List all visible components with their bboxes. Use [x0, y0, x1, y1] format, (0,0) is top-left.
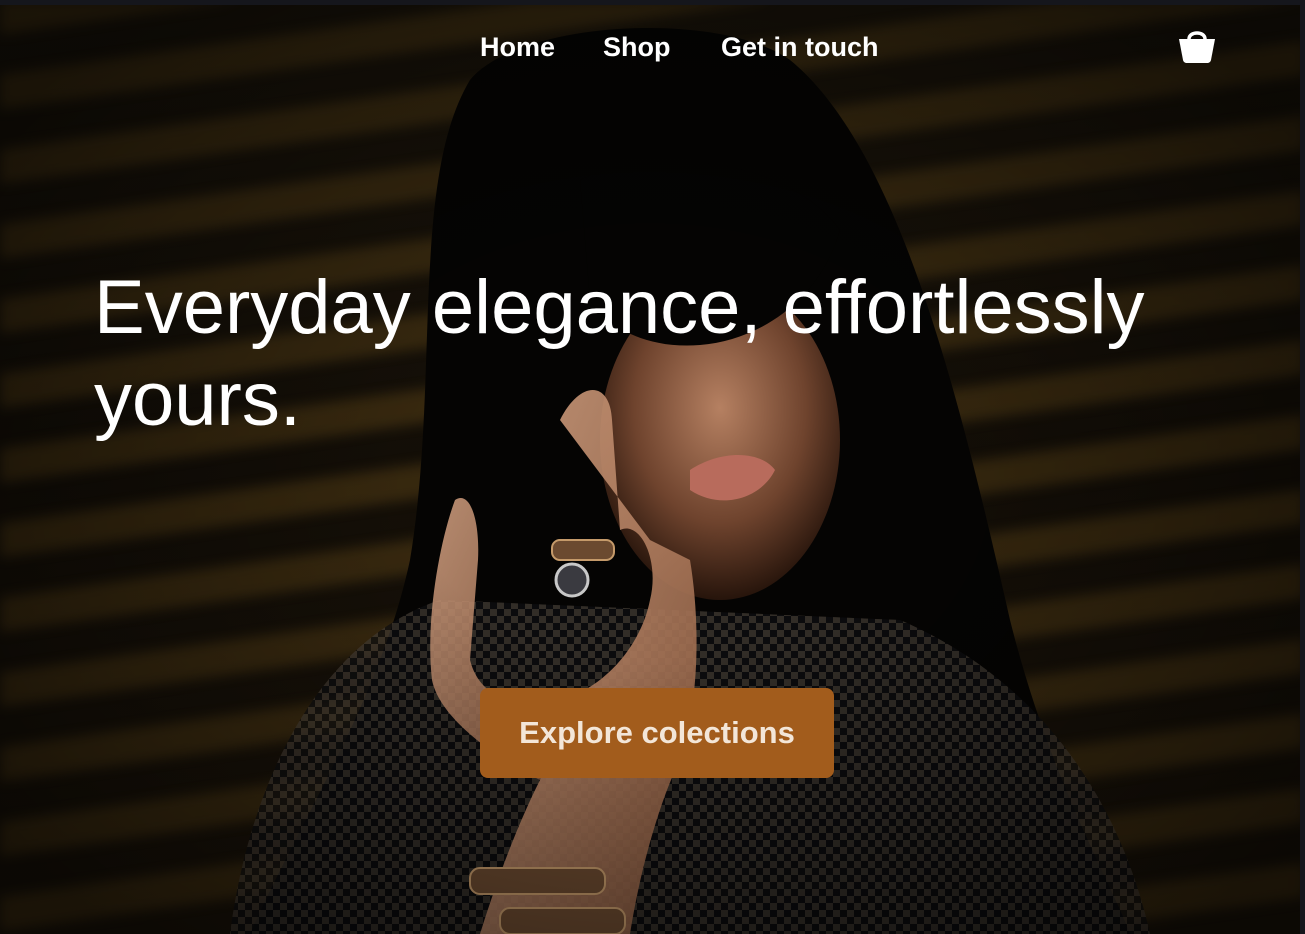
hero-section: Home Shop Get in touch Everyday elegance… — [0, 0, 1305, 934]
top-border — [0, 0, 1305, 5]
explore-collections-button[interactable]: Explore colections — [480, 688, 834, 778]
nav-link-home[interactable]: Home — [480, 30, 555, 64]
right-border — [1300, 0, 1305, 934]
hero-headline: Everyday elegance, effortlessly yours. — [94, 265, 1145, 442]
nav-link-shop[interactable]: Shop — [603, 30, 671, 64]
main-nav: Home Shop Get in touch — [0, 24, 1305, 70]
vignette-overlay — [0, 0, 1305, 934]
shopping-bag-icon[interactable] — [1176, 24, 1218, 66]
nav-link-get-in-touch[interactable]: Get in touch — [721, 30, 879, 64]
